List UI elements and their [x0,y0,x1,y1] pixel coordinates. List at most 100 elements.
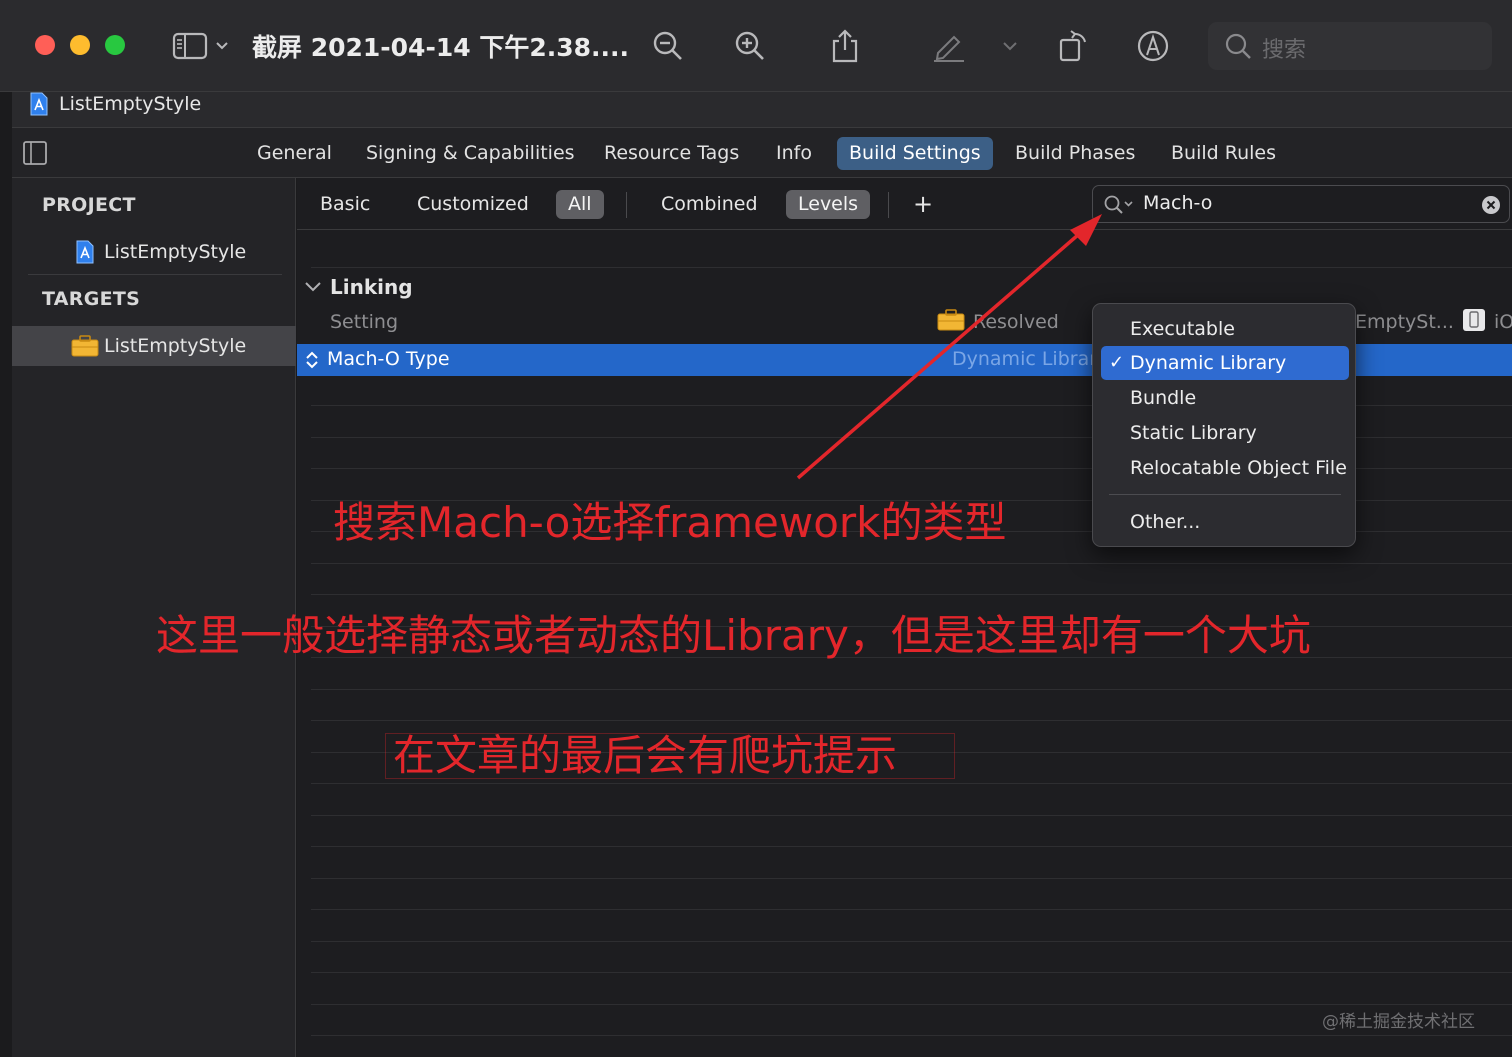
tab-info[interactable]: Info [764,137,824,170]
tab-build-rules[interactable]: Build Rules [1159,137,1288,170]
watermark: @稀土掘金技术社区 [1322,1012,1475,1032]
mach-o-type-resolved-value: Dynamic Library [952,348,1109,370]
app-target-icon [937,309,965,331]
menu-item-label: Relocatable Object File [1130,457,1347,479]
navigator-toggle-icon[interactable] [23,141,47,165]
tab-signing-capabilities[interactable]: Signing & Capabilities [354,137,587,170]
close-window-button[interactable] [35,35,55,55]
tab-build-settings[interactable]: Build Settings [837,137,993,170]
search-icon [1225,33,1251,59]
sidebar-icon [172,32,228,60]
filter-customized-button[interactable]: Customized [405,190,541,219]
annotation-library-pitfall: 这里一般选择静态或者动态的Library，但是这里却有一个大坑 [156,611,1311,660]
rotate-button[interactable] [1053,26,1093,66]
markup-menu-button[interactable] [990,26,1030,66]
row-divider [311,720,1512,721]
zoom-out-icon [653,31,682,60]
row-divider [311,815,1512,816]
stepper-arrows-icon [306,351,318,369]
zoom-in-icon [735,31,764,60]
menu-item-relocatable-object-file[interactable]: Relocatable Object File [1101,451,1349,485]
share-button[interactable] [825,26,865,66]
build-settings-filter-bar: Basic Customized All Combined Levels + M… [297,178,1512,230]
zoom-in-button[interactable] [730,26,770,66]
xcode-project-icon [30,92,48,116]
row-divider [311,267,1512,268]
targets-section-header: TARGETS [42,288,141,310]
pane-divider [28,274,282,275]
zoom-window-button[interactable] [105,35,125,55]
minimize-window-button[interactable] [70,35,90,55]
pencil-icon [934,35,964,62]
search-options-icon[interactable] [1103,194,1135,216]
xcode-project-icon [76,240,94,264]
filter-levels-button[interactable]: Levels [786,190,871,219]
tab-resource-tags[interactable]: Resource Tags [592,137,751,170]
add-setting-button[interactable]: + [901,190,945,219]
menu-item-bundle[interactable]: Bundle [1101,381,1349,415]
linking-section-title: Linking [330,275,413,299]
menu-item-static-library[interactable]: Static Library [1101,416,1349,450]
filter-basic-button[interactable]: Basic [308,190,382,219]
search-placeholder: 搜索 [1262,38,1307,63]
menu-item-label: Other... [1130,511,1201,533]
row-divider [311,846,1512,847]
zoom-out-button[interactable] [648,26,688,66]
resolved-column-header[interactable]: Resolved [973,311,1059,333]
filter-all-button[interactable]: All [556,190,604,219]
share-icon [832,29,858,63]
chevron-down-icon [1003,42,1017,51]
target-item[interactable]: ListEmptyStyle [12,326,296,366]
tab-general[interactable]: General [245,137,344,170]
pen-circle-icon [1137,30,1169,62]
rotate-icon [1059,30,1086,62]
app-target-icon [71,335,99,357]
settings-search-value: Mach-o [1143,192,1213,214]
project-item[interactable]: ListEmptyStyle [12,232,296,272]
markup-button[interactable] [928,26,968,66]
row-divider [311,689,1512,690]
setting-column-header[interactable]: Setting [330,311,398,333]
menu-item-label: Static Library [1130,422,1257,444]
ios-column-header[interactable]: iO [1494,311,1512,333]
filter-separator [888,192,889,218]
row-divider [311,594,1512,595]
target-column-header[interactable]: EmptySt... [1355,311,1454,333]
row-divider [311,941,1512,942]
filter-separator [626,192,627,218]
checkmark-icon: ✓ [1109,352,1125,373]
window-titlebar: 截屏 2021-04-14 下午2.38.... 搜索 [0,0,1512,92]
sidebar-toggle-button[interactable] [166,26,232,66]
row-divider [311,783,1512,784]
row-divider [311,878,1512,879]
mach-o-type-label: Mach-O Type [327,348,450,370]
target-item-label: ListEmptyStyle [104,335,247,357]
file-breadcrumb: ListEmptyStyle [12,92,1512,128]
row-divider [311,563,1512,564]
row-divider [311,1035,1512,1036]
row-divider [311,972,1512,973]
disclosure-chevron-icon[interactable] [304,279,322,295]
tab-build-phases[interactable]: Build Phases [1003,137,1147,170]
row-divider [311,1004,1512,1005]
project-section-header: PROJECT [42,194,136,216]
menu-item-dynamic-library[interactable]: ✓ Dynamic Library [1101,346,1349,380]
annotate-button[interactable] [1133,26,1173,66]
menu-item-executable[interactable]: Executable [1101,312,1349,346]
annotation-search-mach-o: 搜索Mach-o选择framework的类型 [333,498,1007,547]
menu-item-other[interactable]: Other... [1101,505,1349,539]
menu-item-label: Bundle [1130,387,1197,409]
file-name[interactable]: ListEmptyStyle [59,92,201,115]
mach-o-type-menu: Executable ✓ Dynamic Library Bundle Stat… [1092,303,1356,547]
settings-search-field[interactable]: Mach-o [1092,185,1510,223]
row-divider [311,909,1512,910]
toolbar-search-field[interactable]: 搜索 [1208,22,1492,70]
window-title: 截屏 2021-04-14 下午2.38.... [252,33,629,62]
annotation-tip-at-end: 在文章的最后会有爬坑提示 [393,731,898,780]
project-item-label: ListEmptyStyle [104,241,247,263]
filter-combined-button[interactable]: Combined [649,190,770,219]
clear-search-icon[interactable] [1481,195,1501,215]
menu-item-label: Executable [1130,318,1235,340]
editor-tabs-bar: General Signing & Capabilities Resource … [12,128,1512,178]
menu-separator [1109,494,1341,495]
